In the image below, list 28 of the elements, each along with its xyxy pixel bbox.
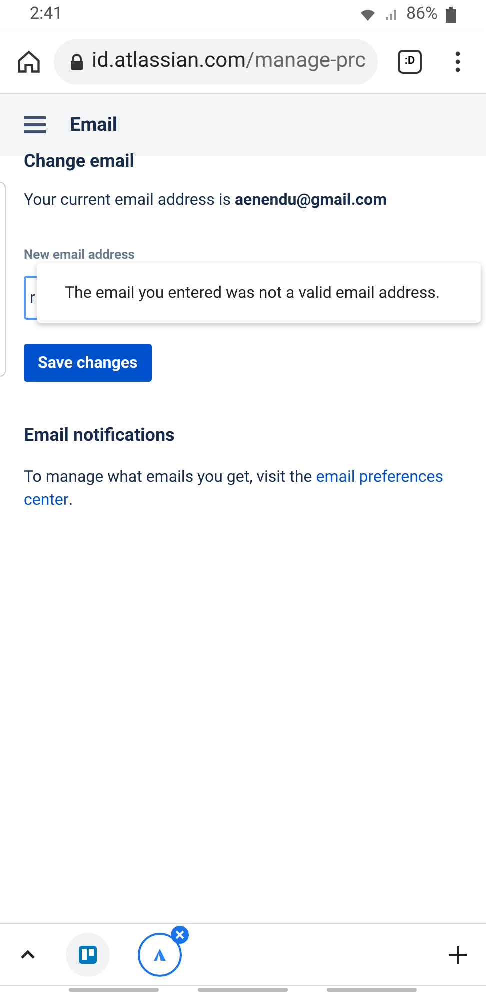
notifications-text: To manage what emails you get, visit the [24, 466, 314, 488]
tab-thumbnail[interactable] [138, 932, 182, 976]
field-label: New email address [24, 247, 136, 265]
menu-icon[interactable] [24, 116, 46, 134]
battery-icon [446, 7, 456, 23]
close-icon[interactable] [171, 926, 189, 944]
wifi-icon [360, 7, 376, 23]
tab-switcher-button[interactable]: :D [398, 50, 422, 74]
tab-thumbnail[interactable] [66, 932, 110, 976]
clock: 2:41 [30, 3, 63, 26]
current-email-text: Your current email address is aenendu@gmail.com [24, 189, 388, 211]
lock-icon [70, 54, 84, 70]
address-bar[interactable]: id.atlassian.com/manage-prc [54, 38, 378, 84]
home-icon[interactable] [16, 48, 42, 74]
url-text: id.atlassian.com/manage-prc [92, 48, 366, 75]
peak-icon [154, 948, 166, 960]
page-title: Email [70, 112, 118, 138]
save-changes-button[interactable]: Save changes [24, 344, 152, 382]
battery-level: 86% [406, 3, 438, 26]
section-heading: Change email [24, 150, 136, 174]
signal-icon [384, 8, 398, 22]
preferences-link[interactable]: center [24, 488, 69, 510]
add-tab-icon[interactable] [448, 944, 468, 964]
board-icon [79, 946, 97, 964]
period-text: . [68, 488, 74, 510]
section-heading: Email notifications [24, 424, 176, 448]
preferences-link[interactable]: email preferences [316, 464, 444, 488]
error-tooltip: The email you entered was not a valid email address. [37, 263, 481, 323]
